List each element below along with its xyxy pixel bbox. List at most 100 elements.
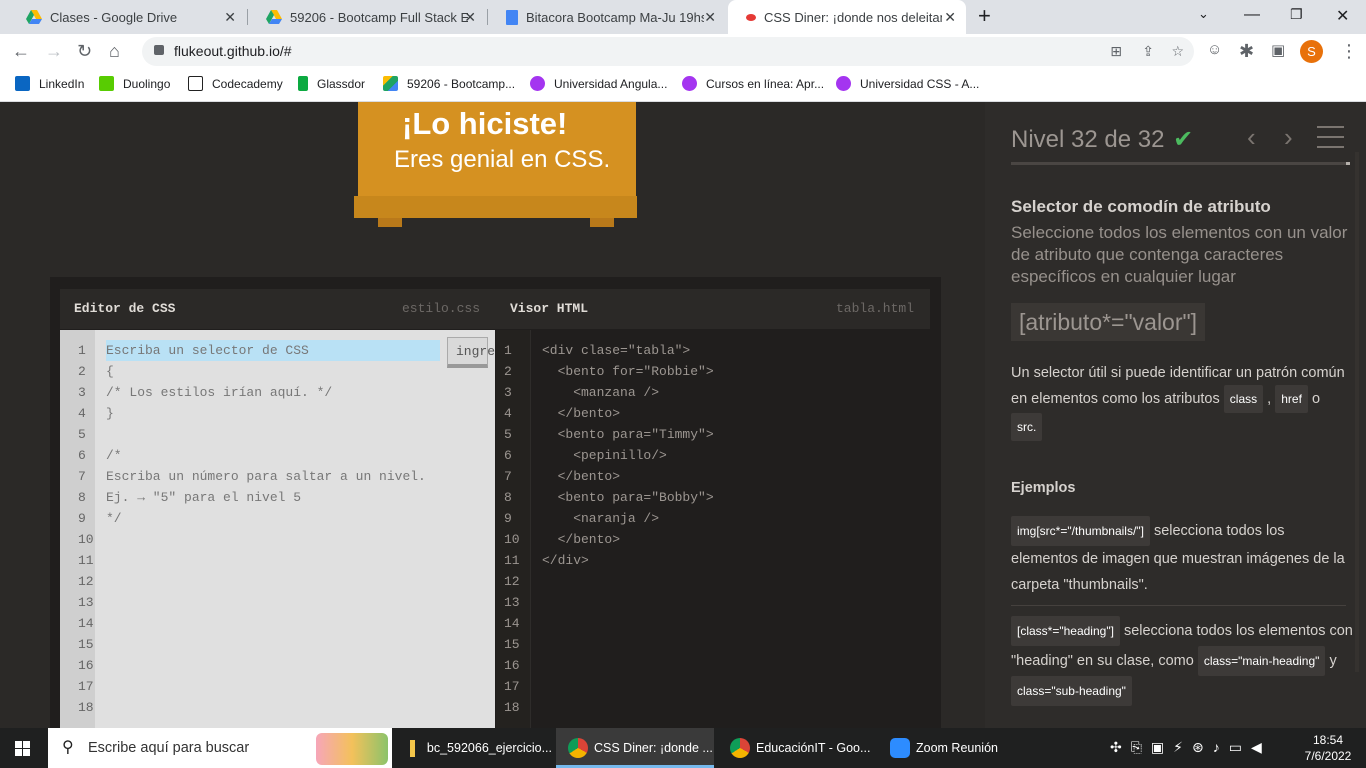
address-bar[interactable]: flukeout.github.io/# ⊞ ⇪ ☆ [142, 37, 1194, 66]
close-tab-icon[interactable]: ✕ [224, 9, 236, 26]
bookmark-label: Universidad Angula... [554, 76, 668, 91]
example-2: [class*="heading"] selecciona todos los … [1011, 616, 1356, 706]
codecademy-icon [188, 76, 203, 91]
examples-title: Ejemplos [1011, 480, 1076, 496]
taskbar-app-label: EducaciónIT - Goo... [756, 741, 871, 755]
line-number: 14 [504, 616, 520, 631]
new-tab-button[interactable]: + [978, 3, 991, 29]
enter-button[interactable]: ingresar [447, 337, 495, 368]
line-number: 5 [78, 427, 86, 442]
linkedin-icon [15, 76, 30, 91]
close-tab-icon[interactable]: ✕ [464, 9, 476, 26]
taskbar-app-label: Zoom Reunión [916, 741, 998, 755]
level-menu-icon[interactable] [1317, 126, 1344, 148]
google-drive-icon [26, 10, 42, 24]
line-number: 3 [78, 385, 86, 400]
line-number: 10 [504, 532, 520, 547]
tab-bitacora[interactable]: Bitacora Bootcamp Ma-Ju 19hs - ✕ [488, 0, 726, 34]
bookmark-universidad-css[interactable]: Universidad CSS - A... [836, 76, 979, 91]
zoom-icon [890, 738, 910, 758]
editor-container: Editor de CSS estilo.css Visor HTML tabl… [50, 277, 941, 728]
system-tray-icons[interactable]: ✣⎘▣⚡⊛♪▭◀ [1110, 739, 1271, 756]
css-editor-title: Editor de CSS [74, 301, 176, 316]
next-level-icon[interactable]: › [1284, 122, 1293, 153]
line-number: 17 [504, 679, 520, 694]
minimize-button[interactable]: — [1244, 6, 1260, 24]
code-line: } [106, 406, 114, 421]
sign-leg [590, 218, 614, 227]
bookmark-star-icon[interactable]: ☆ [1171, 37, 1184, 66]
close-tab-icon[interactable]: ✕ [704, 9, 716, 26]
keyword-src: src. [1011, 413, 1043, 441]
tab-bootcamp[interactable]: 59206 - Bootcamp Full Stack Eng ✕ [248, 0, 486, 34]
home-icon[interactable]: ⌂ [109, 41, 120, 62]
tab-css-diner[interactable]: CSS Diner: ¡donde nos deleitamo ✕ [728, 0, 966, 34]
bookmark-linkedin[interactable]: LinkedIn [15, 76, 84, 91]
profile-avatar[interactable]: S [1300, 40, 1323, 63]
line-number: 18 [504, 700, 520, 715]
bookmark-label: Glassdor [317, 76, 366, 91]
translate-icon[interactable]: ⊞ [1110, 37, 1122, 66]
taskbar-app-zoom[interactable]: Zoom Reunión [880, 728, 1030, 768]
google-drive-icon [383, 76, 398, 91]
keyword-href: href [1275, 385, 1308, 413]
line-number: 15 [78, 637, 94, 652]
browser-tab-strip: Clases - Google Drive ✕ 59206 - Bootcamp… [0, 0, 1366, 34]
bookmark-label: LinkedIn [39, 76, 85, 91]
taskbar-app-css-diner[interactable]: CSS Diner: ¡donde ... [556, 728, 714, 768]
extensions-puzzle-icon[interactable]: ✱ [1239, 41, 1254, 62]
code-line: Escriba un número para saltar a un nivel… [106, 469, 426, 484]
menu-kebab-icon[interactable]: ⋮ [1340, 41, 1358, 62]
restore-button[interactable]: ❐ [1290, 6, 1303, 23]
example-2-and: y [1329, 653, 1337, 669]
bookmark-label: 59206 - Bootcamp... [407, 76, 516, 91]
examples-divider [1011, 605, 1346, 606]
prev-level-icon[interactable]: ‹ [1247, 122, 1256, 153]
taskbar-app-folder[interactable]: bc_592066_ejercicio... [400, 728, 552, 768]
chrome-icon [568, 738, 588, 758]
clock[interactable]: 18:54 7/6/2022 [1300, 732, 1356, 764]
line-number: 5 [504, 427, 512, 442]
line-number: 16 [78, 658, 94, 673]
line-number: 2 [78, 364, 86, 379]
code-line: { [106, 364, 114, 379]
bookmark-cursos-en-linea[interactable]: Cursos en línea: Apr... [682, 76, 824, 91]
google-drive-icon [266, 10, 282, 24]
taskbar-app-educacionit[interactable]: EducaciónIT - Goo... [718, 728, 876, 768]
close-window-button[interactable]: ✕ [1336, 6, 1349, 26]
line-number: 1 [504, 343, 512, 358]
bookmark-universidad-angular[interactable]: Universidad Angula... [530, 76, 667, 91]
taskbar-search-box[interactable]: ⚲ Escribe aquí para buscar [48, 728, 392, 768]
tab-search-icon[interactable]: ⌄ [1198, 6, 1209, 22]
google-docs-icon [506, 9, 518, 25]
forward-icon[interactable]: → [45, 41, 63, 62]
bookmark-bootcamp[interactable]: 59206 - Bootcamp... [383, 76, 515, 91]
bookmarks-bar: LinkedIn Duolingo Codecademy Glassdor 59… [0, 69, 1366, 102]
line-number: 8 [78, 490, 86, 505]
side-panel-icon[interactable]: ▣ [1271, 41, 1285, 59]
tab-google-drive[interactable]: Clases - Google Drive ✕ [8, 0, 246, 34]
url-text: flukeout.github.io/# [174, 43, 292, 59]
close-tab-icon[interactable]: ✕ [944, 9, 956, 26]
html-viewer-title: Visor HTML [510, 301, 589, 316]
line-number: 9 [504, 511, 512, 526]
html-viewer: 1 2 3 4 5 6 7 8 9 10 11 12 13 14 15 16 17 18 <div clase="… [496, 330, 930, 728]
udemy-icon [530, 76, 545, 91]
bookmark-codecademy[interactable]: Codecademy [188, 76, 283, 91]
share-icon[interactable]: ⇪ [1142, 37, 1154, 66]
line-number: 14 [78, 616, 94, 631]
extension-cat-icon[interactable]: ☺ [1207, 41, 1222, 58]
bookmark-glassdoor[interactable]: Glassdor [298, 76, 365, 91]
line-number: 6 [504, 448, 512, 463]
udemy-icon [682, 76, 697, 91]
panel-scrollbar[interactable] [1355, 152, 1359, 672]
back-icon[interactable]: ← [12, 41, 30, 62]
css-filename: estilo.css [401, 301, 480, 316]
code-line: <div clase="tabla"> [542, 343, 691, 358]
tab-title: Bitacora Bootcamp Ma-Ju 19hs - [526, 9, 704, 25]
reload-icon[interactable]: ↻ [77, 41, 92, 62]
code-line: <naranja /> [542, 511, 660, 526]
line-number: 12 [504, 574, 520, 589]
windows-start-icon[interactable] [15, 741, 31, 756]
bookmark-duolingo[interactable]: Duolingo [99, 76, 170, 91]
